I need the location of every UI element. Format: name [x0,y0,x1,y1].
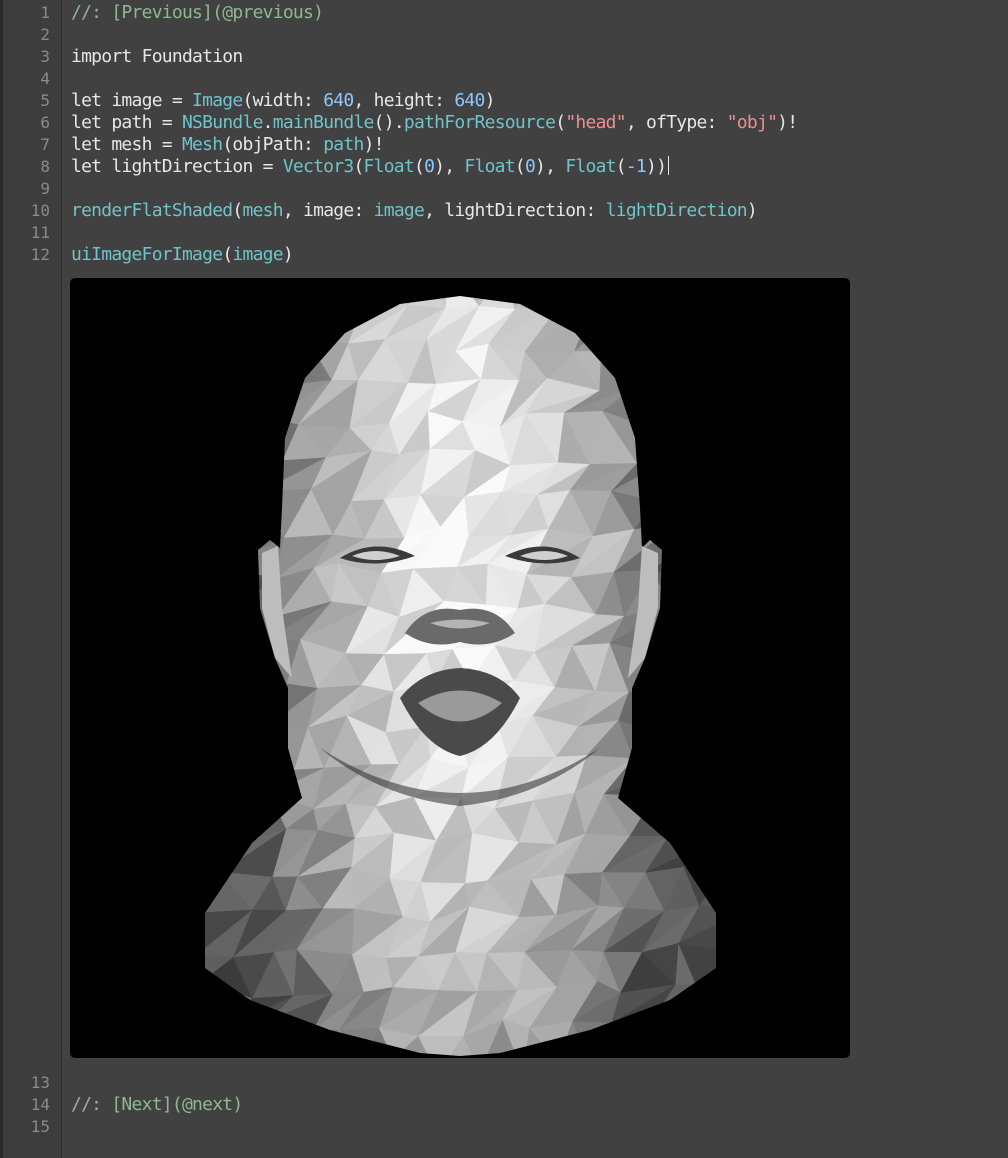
code-text[interactable]: uiImageForImage(image) [71,244,294,266]
code-token: ( [555,112,566,133]
code-token: import Foundation [71,46,243,67]
code-token: uiImageForImage [71,244,223,265]
line-number: 9 [40,179,50,198]
code-token: Float [565,156,616,177]
code-line[interactable]: 1 //: [Previous](@previous) [0,2,1008,24]
code-token: , height: [353,90,455,111]
line-number: 12 [30,245,50,264]
code-line[interactable]: 8 let lightDirection = Vector3(Float(0), … [0,156,1008,178]
code-token: ( [232,200,243,221]
code-line[interactable]: 5 let image = Image(width: 640, height: 6… [0,90,1008,112]
code-token: Vector3 [282,156,354,177]
code-text[interactable]: //: [Next](@next) [71,1094,243,1116]
line-number: 15 [30,1117,50,1136]
code-token: )! [777,112,798,133]
code-line[interactable]: 14 //: [Next](@next) [0,1094,1008,1116]
code-token: ( [353,156,364,177]
code-token: renderFlatShaded [71,200,233,221]
code-line[interactable]: 11 [0,222,1008,244]
code-token: image [232,244,283,265]
line-number: 4 [40,69,50,88]
code-line[interactable]: 4 [0,68,1008,90]
code-token: ), [434,156,465,177]
code-token: , lightDirection: [424,200,606,221]
code-text[interactable]: let path = NSBundle.mainBundle().pathFor… [71,112,798,134]
code-token: let path = [71,112,182,133]
code-token: path [323,134,364,155]
line-number: 2 [40,25,50,44]
line-number: 13 [30,1073,50,1092]
code-token: Image [192,90,243,111]
code-text[interactable]: let lightDirection = Vector3(Float(0), F… [71,156,670,178]
code-token: //: [Next](@next) [71,1094,243,1115]
code-text[interactable]: import Foundation [71,46,243,68]
code-token: (). [373,112,405,133]
code-text[interactable]: //: [Previous](@previous) [71,2,324,24]
code-line[interactable]: 3 import Foundation [0,46,1008,68]
code-token: Mesh [181,134,223,155]
code-token: . [262,112,274,133]
code-editor[interactable]: 1 //: [Previous](@previous) 2 3 import Found… [0,0,1008,1158]
code-line[interactable]: 9 [0,178,1008,200]
code-token: "obj" [726,112,778,133]
code-token: ( [615,156,627,177]
code-token: )! [363,134,385,155]
code-token: let lightDirection = [71,156,283,177]
code-token: lightDirection [605,200,748,221]
code-token: 640 [323,90,354,111]
text-cursor [668,156,670,175]
code-token: ) [746,200,758,221]
code-token: //: [Previous](@previous) [71,2,324,23]
code-token: NSBundle [181,112,263,133]
code-line[interactable]: 15 [0,1116,1008,1138]
code-token: 0 [424,156,435,177]
line-number: 1 [40,3,50,22]
code-token: Float [363,156,415,177]
line-number: 3 [40,47,50,66]
code-token: let mesh = [71,134,182,155]
code-token: pathForResource [403,112,556,133]
line-number: 7 [40,135,50,154]
code-token: ( [413,156,425,177]
code-token: Float [464,156,515,177]
line-number: 10 [30,201,50,220]
code-token: 0 [524,156,536,177]
line-number: 6 [40,113,50,132]
code-line[interactable]: 13 [0,1072,1008,1094]
code-line[interactable]: 2 [0,24,1008,46]
code-token: mesh [242,200,283,221]
code-line[interactable]: 12 uiImageForImage(image) [0,244,1008,266]
code-token: , ofType: [625,112,727,133]
line-number: 5 [40,91,50,110]
code-text[interactable]: let mesh = Mesh(objPath: path)! [71,134,385,156]
code-line[interactable]: 10 renderFlatShaded(mesh, image: image, l… [0,200,1008,222]
code-token: -1 [625,156,647,177]
code-token: ( [514,156,526,177]
code-token: ) [282,244,294,265]
code-token: ( [222,244,233,265]
code-token: ), [535,156,566,177]
head-mesh-render [205,296,716,1056]
code-token: , image: [282,200,374,221]
line-number: 14 [30,1095,50,1114]
code-token: (width: [242,90,324,111]
code-text[interactable]: renderFlatShaded(mesh, image: image, lig… [71,200,758,222]
code-text[interactable]: let image = Image(width: 640, height: 64… [71,90,495,112]
code-token: ) [484,90,496,111]
line-number: 11 [30,223,50,242]
code-token: "head" [565,112,626,133]
line-number: 8 [40,157,50,176]
code-token: let image = [71,90,193,111]
rendered-image-preview [70,278,850,1058]
code-token: 640 [454,90,485,111]
code-token: )) [646,156,667,177]
code-line[interactable]: 6 let path = NSBundle.mainBundle().pathFo… [0,112,1008,134]
code-token: (objPath: [222,134,324,155]
code-line[interactable]: 7 let mesh = Mesh(objPath: path)! [0,134,1008,156]
code-token: mainBundle [272,112,375,133]
code-token: image [373,200,425,221]
